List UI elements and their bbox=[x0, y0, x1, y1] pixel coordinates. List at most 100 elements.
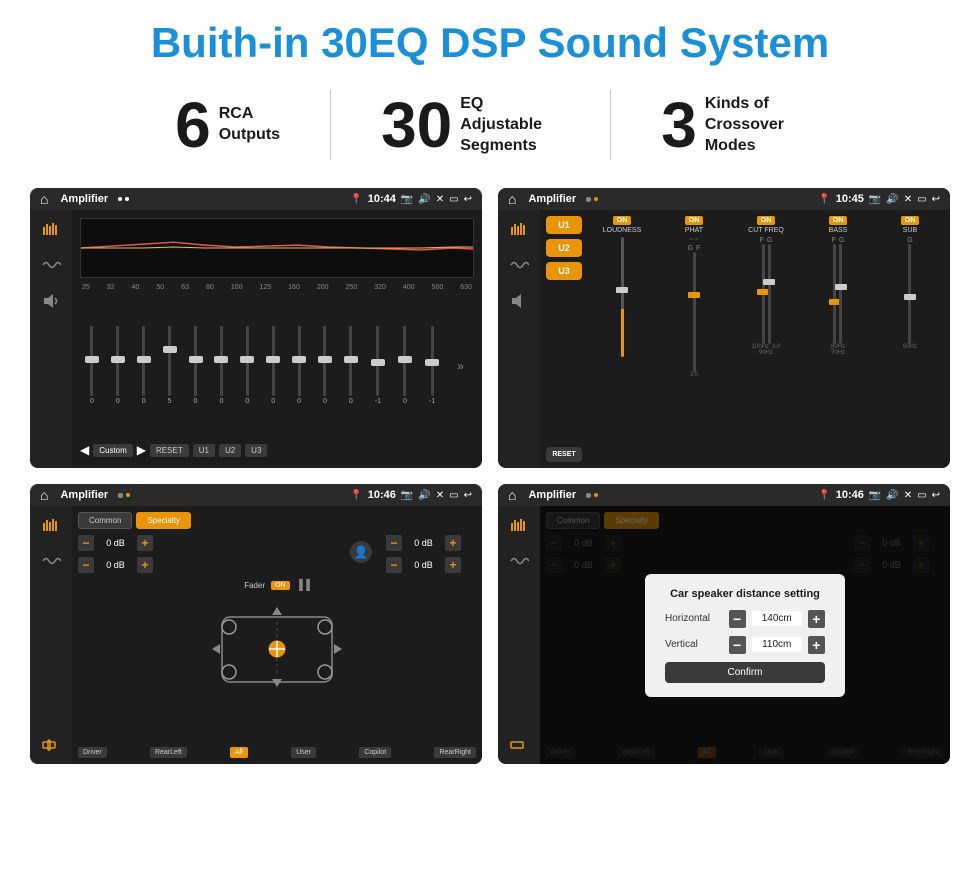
vertical-minus[interactable]: − bbox=[729, 636, 746, 654]
modal-row-vertical: Vertical − 110cm + bbox=[665, 636, 825, 654]
preset-custom-btn[interactable]: Custom bbox=[93, 444, 133, 457]
ch-slider-loudness[interactable] bbox=[621, 237, 624, 367]
wave-icon-2[interactable] bbox=[505, 254, 533, 276]
wave-icon[interactable] bbox=[37, 254, 65, 276]
eq-slider-4[interactable]: 5 bbox=[168, 326, 172, 406]
status-right-4: 📍 10:46 📷 🔊 ✕ ▭ ↩ bbox=[818, 489, 940, 501]
label-rearleft[interactable]: RearLeft bbox=[150, 747, 187, 758]
car-speaker-shape bbox=[207, 597, 347, 697]
vol-row-1: − 0 dB + bbox=[78, 535, 168, 551]
vol-minus-1[interactable]: − bbox=[78, 535, 94, 551]
tab-specialty-3[interactable]: Specialty bbox=[136, 512, 190, 529]
ch-slider-sub[interactable]: 60Hz bbox=[903, 244, 917, 374]
speaker-icon-4[interactable] bbox=[505, 734, 533, 756]
vol-minus-3[interactable]: − bbox=[386, 535, 402, 551]
speaker-icon[interactable] bbox=[37, 290, 65, 312]
eq-icon-3[interactable] bbox=[37, 514, 65, 536]
status-right-1: 📍 10:44 📷 🔊 ✕ ▭ ↩ bbox=[350, 193, 472, 205]
volume-icon-2: 🔊 bbox=[886, 194, 898, 205]
eq-slider-6[interactable]: 0 bbox=[219, 326, 223, 406]
back-icon-2[interactable]: ↩ bbox=[932, 194, 940, 205]
volume-right: − 0 dB + − 0 dB + bbox=[386, 535, 476, 741]
back-icon-4[interactable]: ↩ bbox=[932, 490, 940, 501]
stat-eq: 30 EQ AdjustableSegments bbox=[331, 93, 610, 157]
vertical-plus[interactable]: + bbox=[808, 636, 825, 654]
eq-slider-3[interactable]: 0 bbox=[142, 326, 146, 406]
app-title-3: Amplifier bbox=[60, 489, 108, 501]
u3-btn[interactable]: U3 bbox=[245, 444, 267, 457]
label-driver[interactable]: Driver bbox=[78, 747, 107, 758]
battery-icon-3: ▭ bbox=[449, 490, 458, 501]
label-all[interactable]: All bbox=[230, 747, 248, 758]
ch-slider-phat[interactable]: 3.0 bbox=[690, 252, 698, 382]
horizontal-minus[interactable]: − bbox=[729, 610, 746, 628]
eq-slider-11[interactable]: 0 bbox=[349, 326, 353, 406]
vol-val-3: 0 dB bbox=[406, 538, 441, 548]
label-user[interactable]: User bbox=[291, 747, 316, 758]
horizontal-plus[interactable]: + bbox=[808, 610, 825, 628]
u2-btn[interactable]: U2 bbox=[219, 444, 241, 457]
eq-slider-14[interactable]: -1 bbox=[429, 326, 435, 406]
back-icon-1[interactable]: ↩ bbox=[464, 194, 472, 205]
home-icon-1[interactable]: ⌂ bbox=[40, 191, 48, 207]
confirm-button[interactable]: Confirm bbox=[665, 662, 825, 683]
wave-icon-4[interactable] bbox=[505, 550, 533, 572]
more-icon[interactable]: » bbox=[457, 359, 464, 373]
back-icon-3[interactable]: ↩ bbox=[464, 490, 472, 501]
label-rearright[interactable]: RearRight bbox=[434, 747, 476, 758]
u1-btn[interactable]: U1 bbox=[193, 444, 215, 457]
volume-left: − 0 dB + − 0 dB + bbox=[78, 535, 168, 741]
wave-icon-3[interactable] bbox=[37, 550, 65, 572]
reset-btn-1[interactable]: RESET bbox=[150, 444, 189, 457]
dot-sq bbox=[586, 197, 591, 202]
prev-btn[interactable]: ◀ bbox=[80, 443, 89, 457]
eq-slider-9[interactable]: 0 bbox=[297, 326, 301, 406]
vol-minus-2[interactable]: − bbox=[78, 557, 94, 573]
home-icon-4[interactable]: ⌂ bbox=[508, 487, 516, 503]
preset-u3[interactable]: U3 bbox=[546, 262, 582, 280]
screenshot-eq: ⌂ Amplifier 📍 10:44 📷 🔊 ✕ ▭ ↩ bbox=[30, 188, 482, 468]
tab-common-3[interactable]: Common bbox=[78, 512, 132, 529]
eq-slider-7[interactable]: 0 bbox=[245, 326, 249, 406]
vol-plus-2[interactable]: + bbox=[137, 557, 153, 573]
eq-slider-10[interactable]: 0 bbox=[323, 326, 327, 406]
label-copilot[interactable]: Copilot bbox=[359, 747, 391, 758]
speaker-icon-3[interactable] bbox=[37, 734, 65, 756]
eq-icon-4[interactable] bbox=[505, 514, 533, 536]
preset-u2[interactable]: U2 bbox=[546, 239, 582, 257]
eq-slider-1[interactable]: 0 bbox=[90, 326, 94, 406]
next-btn[interactable]: ▶ bbox=[137, 443, 146, 457]
eq-slider-2[interactable]: 0 bbox=[116, 326, 120, 406]
speaker-icon-2[interactable] bbox=[505, 290, 533, 312]
ch-labels-cutfreq: FG bbox=[760, 237, 773, 244]
vol-plus-4[interactable]: + bbox=[445, 557, 461, 573]
app-content-4: Common Specialty −0 dB+ −0 dB+ bbox=[498, 506, 950, 764]
user-icon: 👤 bbox=[350, 541, 372, 563]
eq-icon-2[interactable] bbox=[505, 218, 533, 240]
ch-on-bass: ON bbox=[829, 216, 848, 225]
vol-plus-3[interactable]: + bbox=[445, 535, 461, 551]
channel-cutfreq: ON CUT FREQ FG bbox=[732, 216, 800, 462]
vol-minus-4[interactable]: − bbox=[386, 557, 402, 573]
eq-slider-8[interactable]: 0 bbox=[271, 326, 275, 406]
ch-slider-cutfreq[interactable]: 100Hz3.0 90Hz bbox=[752, 244, 781, 374]
vol-plus-1[interactable]: + bbox=[137, 535, 153, 551]
app-title-4: Amplifier bbox=[528, 489, 576, 501]
preset-u1[interactable]: U1 bbox=[546, 216, 582, 234]
status-bar-2: ⌂ Amplifier 📍 10:45 📷 🔊 ✕ ▭ ↩ bbox=[498, 188, 950, 210]
clock-1: 10:44 bbox=[368, 193, 396, 205]
eq-slider-13[interactable]: 0 bbox=[403, 326, 407, 406]
eq-icon[interactable] bbox=[37, 218, 65, 240]
volume-icon-3: 🔊 bbox=[418, 490, 430, 501]
home-icon-3[interactable]: ⌂ bbox=[40, 487, 48, 503]
ch-slider-bass[interactable]: 80Hz 70Hz bbox=[831, 244, 845, 374]
distance-main: Common Specialty −0 dB+ −0 dB+ bbox=[540, 506, 950, 764]
stat-rca-number: 6 bbox=[175, 93, 211, 157]
app-title-2: Amplifier bbox=[528, 193, 576, 205]
eq-slider-5[interactable]: 0 bbox=[194, 326, 198, 406]
home-icon-2[interactable]: ⌂ bbox=[508, 191, 516, 207]
reset-btn-2[interactable]: RESET bbox=[546, 447, 582, 462]
eq-slider-12[interactable]: -1 bbox=[375, 326, 381, 406]
camera-icon-3: 📷 bbox=[401, 490, 413, 501]
freq-125: 125 bbox=[259, 284, 271, 291]
